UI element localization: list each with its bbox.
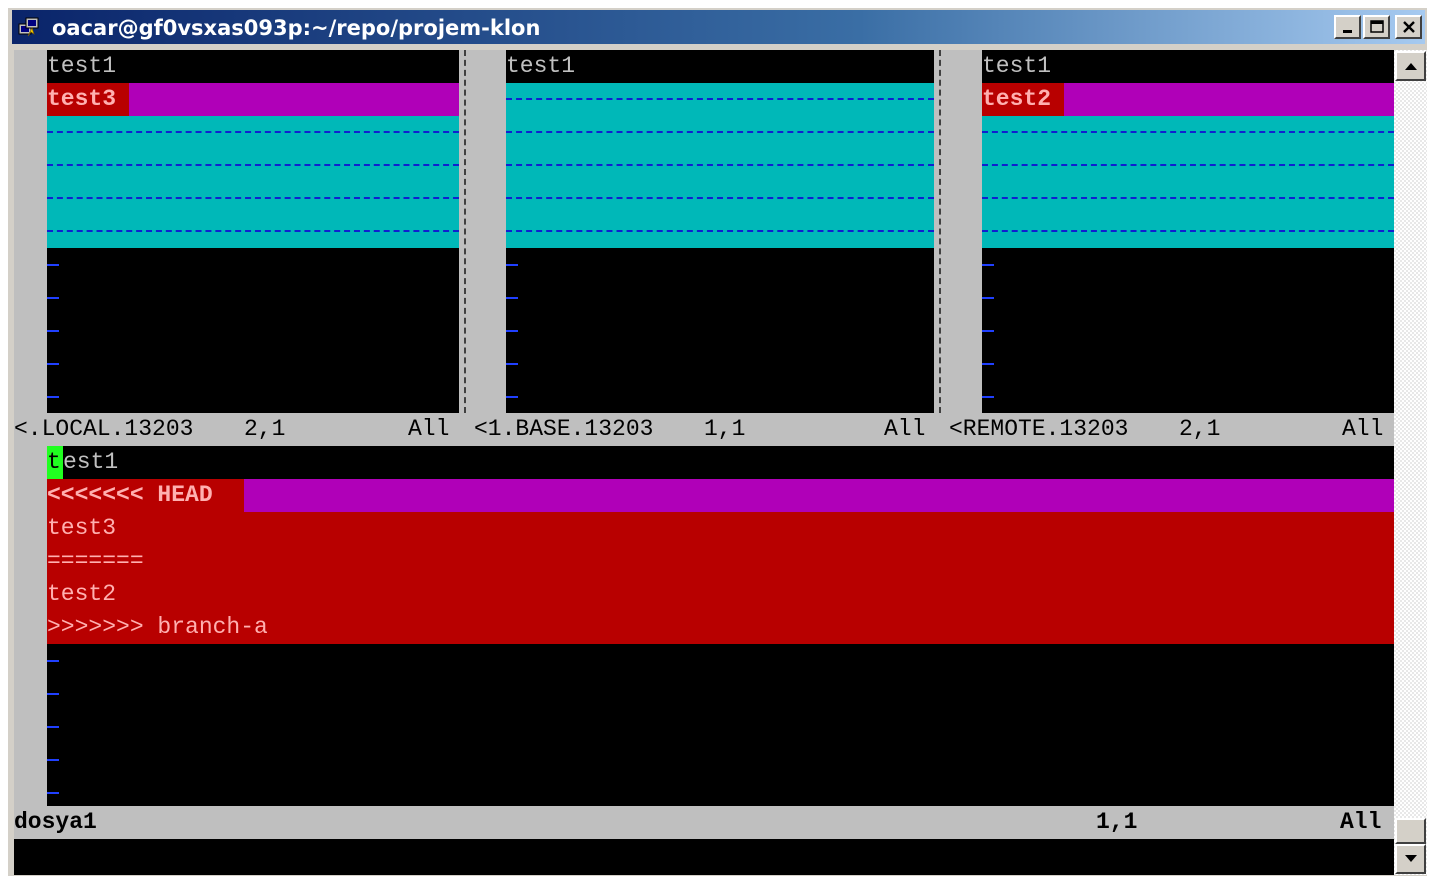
merged-line-1: est1 — [63, 449, 119, 475]
remote-status-name: <REMOTE.13203 — [949, 416, 1129, 442]
window-title: oacar@gf0vsxas093p:~/repo/projem-klon — [52, 16, 541, 40]
base-diff-filler — [506, 83, 934, 248]
scroll-down-button[interactable] — [1395, 844, 1426, 874]
putty-icon — [18, 17, 39, 37]
conflict-remote-line: test2 — [47, 581, 117, 607]
base-status-pos: 1,1 — [704, 416, 746, 442]
local-line-2: test3 — [47, 86, 117, 112]
remote-status-pos: 2,1 — [1179, 416, 1221, 442]
status-filename: dosya1 — [14, 809, 97, 835]
local-status-name: <.LOCAL.13203 — [14, 416, 194, 442]
ibeam-cursor-icon — [969, 731, 981, 763]
scroll-thumb[interactable] — [1395, 818, 1426, 844]
remote-line-2: test2 — [982, 86, 1052, 112]
base-status-scroll: All — [884, 416, 926, 442]
remote-status-scroll: All — [1342, 416, 1384, 442]
branch-marker: >>>>>>> branch-a — [47, 614, 268, 640]
conflict-head-bg — [47, 479, 1394, 512]
close-button[interactable] — [1395, 15, 1422, 39]
remote-line-1: test1 — [982, 53, 1052, 79]
status-position: 1,1 — [1096, 809, 1138, 835]
minimize-button[interactable] — [1334, 15, 1361, 39]
remote-diff-filler — [982, 116, 1394, 248]
vertical-scrollbar[interactable] — [1394, 50, 1427, 875]
local-diff-filler — [47, 116, 459, 248]
local-line-1: test1 — [47, 53, 117, 79]
conflict-local-line: test3 — [47, 515, 117, 541]
vim-terminal[interactable]: test1 test3 test1 test1 test2 <.LOCAL.13… — [14, 50, 1394, 875]
cursor-char: t — [47, 449, 61, 475]
conflict-separator: ======= — [47, 548, 144, 574]
split-status-line: <.LOCAL.13203 2,1 All <1.BASE.13203 1,1 … — [14, 413, 1394, 446]
bottom-status-line: dosya1 1,1 All — [14, 806, 1394, 839]
maximize-button[interactable] — [1363, 15, 1390, 39]
local-status-pos: 2,1 — [244, 416, 286, 442]
arrow-up-icon — [1405, 63, 1417, 70]
arrow-down-icon — [1405, 855, 1417, 862]
base-line-1: test1 — [506, 53, 576, 79]
scroll-up-button[interactable] — [1395, 51, 1426, 81]
status-scroll: All — [1340, 809, 1382, 835]
maximize-icon — [1370, 20, 1384, 33]
pane-separator-2 — [934, 50, 982, 413]
pane-separator-1 — [459, 50, 506, 413]
local-status-scroll: All — [408, 416, 450, 442]
title-bar[interactable]: oacar@gf0vsxas093p:~/repo/projem-klon — [12, 10, 1425, 44]
head-marker: <<<<<<< HEAD — [47, 482, 213, 508]
base-status-name: <1.BASE.13203 — [474, 416, 654, 442]
minimize-icon — [1343, 30, 1352, 33]
close-icon — [1403, 21, 1415, 33]
